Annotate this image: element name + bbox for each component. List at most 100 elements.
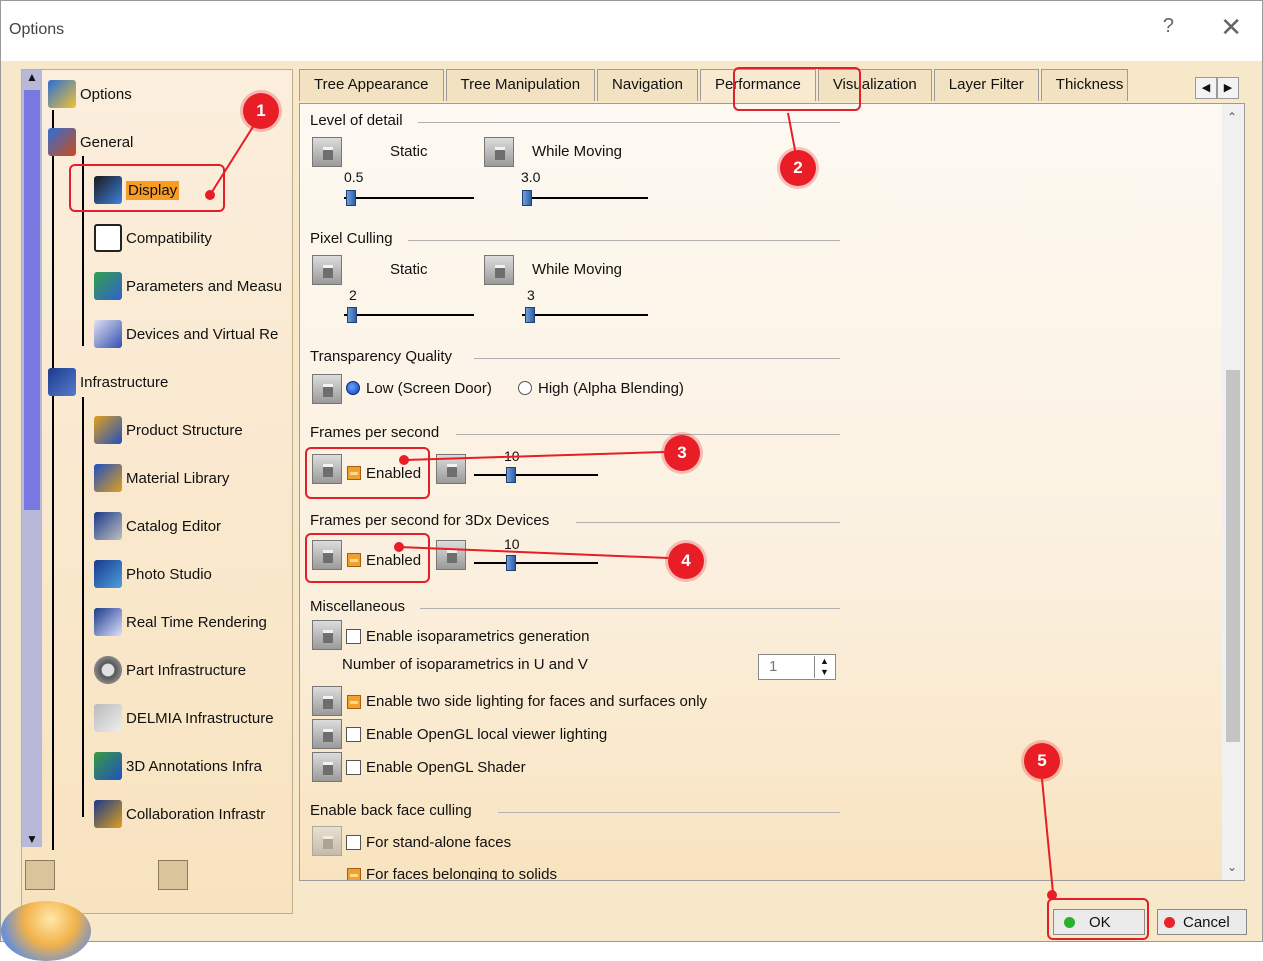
two-side-checkbox[interactable] — [347, 695, 361, 709]
tree-node-options[interactable]: Options — [48, 76, 132, 112]
culling-static-slider[interactable] — [344, 314, 474, 316]
close-icon[interactable]: ✕ — [1220, 12, 1242, 43]
local-viewer-checkbox[interactable] — [346, 727, 361, 742]
tree-node-material-library[interactable]: Material Library — [94, 460, 229, 496]
cancel-button[interactable]: Cancel — [1157, 909, 1247, 935]
tree-label: Part Infrastructure — [126, 661, 247, 679]
scroll-up-icon[interactable]: ▲ — [25, 70, 39, 84]
lod-moving-slider-thumb[interactable] — [522, 190, 532, 206]
dialog-title: Options — [9, 21, 65, 38]
annotation-dot-3 — [399, 455, 409, 465]
tree-label: General — [80, 133, 134, 151]
highlight-ok-button — [1047, 898, 1149, 940]
iso-count-value: 1 — [769, 658, 778, 675]
tree-node-real-time-rendering[interactable]: Real Time Rendering — [94, 604, 267, 640]
fps3dx-slider[interactable] — [474, 562, 598, 564]
scroll-down-icon[interactable]: ⌄ — [1227, 860, 1237, 874]
culling-static-lock-button[interactable] — [312, 255, 342, 285]
shader-checkbox[interactable] — [346, 760, 361, 775]
iso-count-label: Number of isoparametrics in U and V — [342, 656, 588, 673]
lod-moving-label: While Moving — [532, 143, 623, 160]
solids-checkbox[interactable] — [347, 868, 361, 880]
tree-node-catalog-editor[interactable]: Catalog Editor — [94, 508, 221, 544]
fps3dx-value-lock-button[interactable] — [436, 540, 466, 570]
panel-scrollbar[interactable]: ⌃ ⌄ — [1222, 104, 1244, 880]
iso-checkbox[interactable] — [346, 629, 361, 644]
performance-panel: ⌃ ⌄ Level of detail Static While Moving … — [299, 103, 1245, 881]
tree-node-product-structure[interactable]: Product Structure — [94, 412, 243, 448]
transparency-low-radio[interactable] — [346, 381, 360, 395]
culling-moving-label: While Moving — [532, 261, 623, 278]
spinner-arrows-icon[interactable]: ▲ ▼ — [814, 656, 834, 678]
tree-scroll-thumb[interactable] — [24, 90, 40, 510]
tree-node-general[interactable]: General — [48, 124, 133, 160]
cancel-led-icon — [1164, 916, 1175, 928]
panel-scroll-thumb[interactable] — [1226, 370, 1240, 742]
lod-moving-slider[interactable] — [522, 197, 648, 199]
tab-tree-manipulation[interactable]: Tree Manipulation — [445, 69, 596, 101]
standalone-checkbox[interactable] — [346, 835, 361, 850]
shader-lock-button[interactable] — [312, 752, 342, 782]
tree-node-3d-annotations[interactable]: 3D Annotations Infra — [94, 748, 262, 784]
culling-static-slider-thumb[interactable] — [347, 307, 357, 323]
lod-static-slider-thumb[interactable] — [346, 190, 356, 206]
fps-value-lock-button[interactable] — [436, 454, 466, 484]
options-dialog: Options ? ✕ ▲ ▼ Options General Display … — [0, 0, 1263, 961]
fps3dx-slider-thumb[interactable] — [506, 555, 516, 571]
real-time-rendering-icon — [94, 608, 122, 636]
annotation-badge-1: 1 — [243, 93, 279, 129]
lod-static-slider[interactable] — [344, 197, 474, 199]
culling-moving-lock-button[interactable] — [484, 255, 514, 285]
culling-moving-slider-thumb[interactable] — [525, 307, 535, 323]
tree-node-photo-studio[interactable]: Photo Studio — [94, 556, 212, 592]
iso-lock-button[interactable] — [312, 620, 342, 650]
devices-icon — [94, 320, 122, 348]
fps-slider[interactable] — [474, 474, 598, 476]
tree-label: Product Structure — [126, 421, 243, 439]
lod-moving-lock-button[interactable] — [484, 137, 514, 167]
culling-static-value: 2 — [349, 287, 357, 303]
lod-static-lock-button[interactable] — [312, 137, 342, 167]
tree-node-part-infrastructure[interactable]: Part Infrastructure — [94, 652, 246, 688]
tab-thickness[interactable]: Thickness — [1040, 69, 1129, 101]
tab-scroll-left-icon[interactable]: ◀ — [1195, 77, 1217, 99]
culling-moving-slider[interactable] — [522, 314, 648, 316]
annotation-dot-5 — [1047, 890, 1057, 900]
tab-tree-appearance[interactable]: Tree Appearance — [299, 69, 444, 101]
transparency-lock-button[interactable] — [312, 374, 342, 404]
culling-static-label: Static — [390, 261, 428, 278]
scroll-down-icon[interactable]: ▼ — [25, 832, 39, 846]
two-side-lock-button[interactable] — [312, 686, 342, 716]
general-icon — [48, 128, 76, 156]
standalone-label: For stand-alone faces — [366, 834, 512, 851]
tree-home-icon[interactable] — [25, 860, 55, 890]
help-icon[interactable]: ? — [1163, 15, 1174, 38]
tree-node-parameters[interactable]: Parameters and Measu — [94, 268, 282, 304]
highlight-display — [69, 164, 225, 212]
tree-scrollbar[interactable]: ▲ ▼ — [22, 70, 42, 847]
collaboration-icon — [94, 800, 122, 828]
tree-node-infrastructure[interactable]: Infrastructure — [48, 364, 168, 400]
tree-reset-icon[interactable] — [158, 860, 188, 890]
tab-layer-filter[interactable]: Layer Filter — [933, 69, 1039, 101]
tree-node-devices[interactable]: Devices and Virtual Re — [94, 316, 278, 352]
transparency-high-radio[interactable] — [518, 381, 532, 395]
local-viewer-label: Enable OpenGL local viewer lighting — [366, 726, 608, 743]
infrastructure-icon — [48, 368, 76, 396]
tree-label: Options — [80, 85, 132, 103]
catalog-editor-icon — [94, 512, 122, 540]
fps-slider-thumb[interactable] — [506, 467, 516, 483]
local-viewer-lock-button[interactable] — [312, 719, 342, 749]
tree-label: Compatibility — [126, 229, 212, 247]
tab-navigation[interactable]: Navigation — [597, 69, 698, 101]
photo-studio-icon — [94, 560, 122, 588]
culling-group-label: Pixel Culling — [310, 230, 393, 247]
tree-node-delmia[interactable]: DELMIA Infrastructure — [94, 700, 274, 736]
title-bar: Options ? ✕ — [1, 1, 1262, 61]
tab-scroll-right-icon[interactable]: ▶ — [1217, 77, 1239, 99]
tree-node-compatibility[interactable]: Compatibility — [94, 220, 212, 256]
iso-count-spinner[interactable]: 1 ▲ ▼ — [758, 654, 836, 680]
scroll-up-icon[interactable]: ⌃ — [1227, 110, 1237, 124]
backface-lock-button[interactable] — [312, 826, 342, 856]
tree-node-collaboration[interactable]: Collaboration Infrastr — [94, 796, 265, 832]
